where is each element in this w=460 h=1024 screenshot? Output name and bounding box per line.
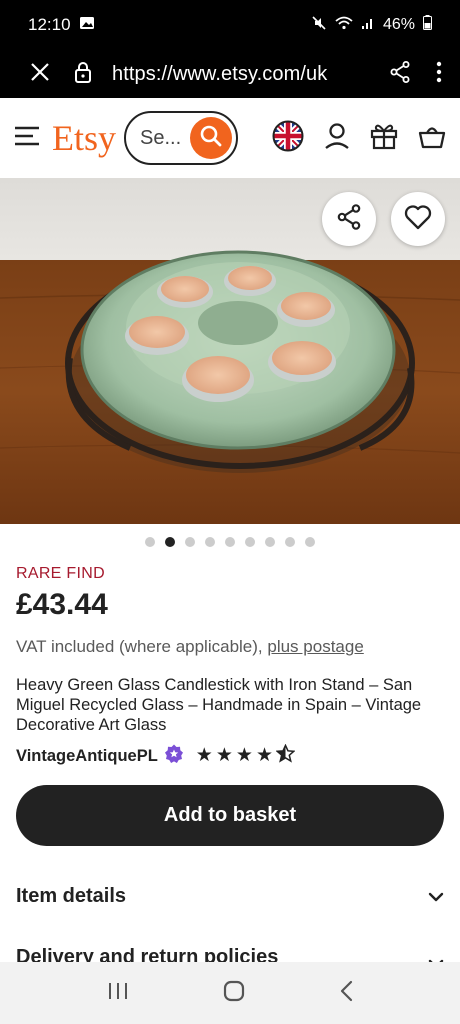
status-time: 12:10 (28, 15, 71, 34)
delivery-policies-label: Delivery and return policies (16, 946, 279, 962)
item-details-label: Item details (16, 885, 127, 907)
share-button[interactable] (322, 192, 376, 246)
item-details-section[interactable]: Item details (16, 885, 444, 908)
chevron-down-icon (428, 952, 444, 962)
star-full-icon: ★ (235, 745, 254, 766)
mute-icon (311, 15, 327, 36)
lock-icon[interactable] (74, 61, 92, 88)
close-tab-icon[interactable] (30, 62, 50, 87)
vat-text: VAT included (where applicable), (16, 637, 263, 656)
star-full-icon: ★ (255, 745, 274, 766)
candlestick-photo (0, 178, 460, 524)
product-title: Heavy Green Glass Candlestick with Iron … (16, 676, 422, 734)
gallery-notification-icon (79, 15, 95, 35)
star-full-icon: ★ (195, 745, 214, 766)
search-input[interactable]: Se... (124, 111, 239, 165)
search-button[interactable] (190, 117, 233, 159)
postage-link[interactable]: plus postage (267, 637, 363, 656)
hamburger-menu-icon[interactable] (14, 125, 40, 152)
recent-apps-icon[interactable] (107, 981, 129, 1006)
home-icon[interactable] (223, 980, 245, 1007)
share-url-icon[interactable] (390, 60, 410, 88)
carousel-dot[interactable] (285, 537, 295, 547)
back-icon[interactable] (339, 980, 353, 1007)
star-rating[interactable]: ★ ★ ★ ★ (195, 743, 296, 769)
url-text[interactable]: https://www.etsy.com/uk (112, 63, 327, 86)
status-bar: 12:10 46% (0, 0, 460, 50)
heart-icon (404, 204, 432, 235)
wifi-icon (335, 16, 353, 35)
product-image[interactable] (0, 178, 460, 524)
delivery-policies-section[interactable]: Delivery and return policies (16, 946, 444, 962)
product-price: £43.44 (16, 588, 108, 621)
battery-icon (423, 15, 432, 35)
shop-info: VintageAntiquePL ★ ★ ★ ★ (16, 743, 296, 769)
add-to-basket-button[interactable]: Add to basket (16, 785, 444, 846)
favorite-button[interactable] (391, 192, 445, 246)
carousel-dot[interactable] (205, 537, 215, 547)
vat-note: VAT included (where applicable), plus po… (16, 637, 364, 657)
gift-icon[interactable] (370, 122, 398, 155)
star-seller-badge-icon (164, 744, 184, 769)
carousel-dot[interactable] (265, 537, 275, 547)
carousel-dot[interactable] (165, 537, 175, 547)
share-icon (337, 203, 361, 235)
search-icon (199, 124, 223, 153)
carousel-dot[interactable] (305, 537, 315, 547)
carousel-dot[interactable] (145, 537, 155, 547)
star-half-icon (275, 743, 296, 769)
signal-icon (361, 16, 375, 35)
account-icon[interactable] (324, 122, 350, 155)
search-placeholder: Se... (140, 126, 182, 149)
image-carousel-dots (0, 537, 460, 547)
battery-text: 46% (382, 16, 415, 33)
site-header: Etsy Se... (0, 98, 460, 178)
chevron-down-icon (428, 885, 444, 908)
basket-icon[interactable] (418, 123, 446, 154)
star-full-icon: ★ (215, 745, 234, 766)
etsy-logo[interactable]: Etsy (52, 117, 116, 159)
shop-name-link[interactable]: VintageAntiquePL (16, 747, 158, 766)
browser-url-bar: https://www.etsy.com/uk (0, 50, 460, 98)
system-navigation-bar (0, 962, 460, 1024)
uk-flag-icon[interactable] (272, 120, 304, 157)
rare-find-badge: RARE FIND (16, 565, 105, 582)
carousel-dot[interactable] (185, 537, 195, 547)
more-menu-icon[interactable] (436, 61, 442, 88)
carousel-dot[interactable] (245, 537, 255, 547)
carousel-dot[interactable] (225, 537, 235, 547)
